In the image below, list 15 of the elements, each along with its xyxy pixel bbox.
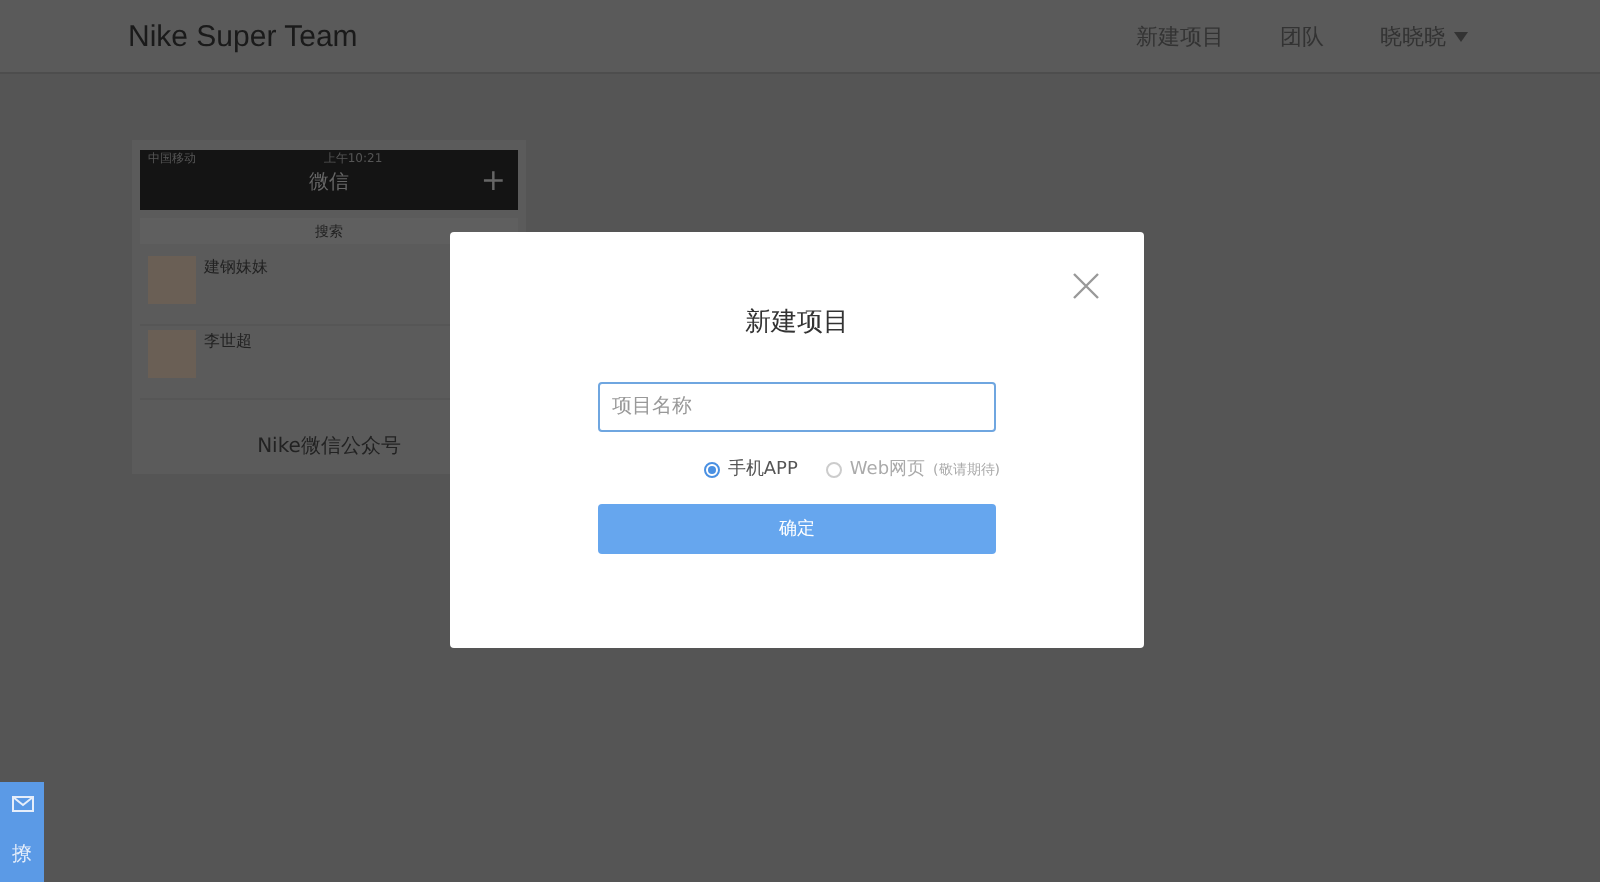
dialog-title: 新建项目 bbox=[745, 306, 849, 340]
feedback-label: 撩 bbox=[12, 842, 32, 868]
confirm-button[interactable]: 确定 bbox=[598, 504, 996, 554]
radio-option[interactable]: 手机APP bbox=[703, 456, 798, 482]
feedback-tab[interactable]: 撩 bbox=[0, 782, 44, 882]
name-input-field[interactable]: 项目名称 bbox=[598, 382, 996, 432]
app-title: 微信 bbox=[309, 170, 349, 196]
brand-title[interactable]: Nike Super Team bbox=[128, 19, 1080, 53]
add-text: + bbox=[480, 162, 506, 198]
mail-icon bbox=[11, 796, 33, 812]
card-caption: Nike微信公众号 bbox=[255, 434, 403, 460]
chat-name: 李世超 bbox=[204, 330, 252, 352]
chat-name: 建钢妹妹 bbox=[204, 256, 268, 278]
caret-icon bbox=[1454, 31, 1468, 41]
close-icon[interactable] bbox=[1072, 272, 1100, 300]
